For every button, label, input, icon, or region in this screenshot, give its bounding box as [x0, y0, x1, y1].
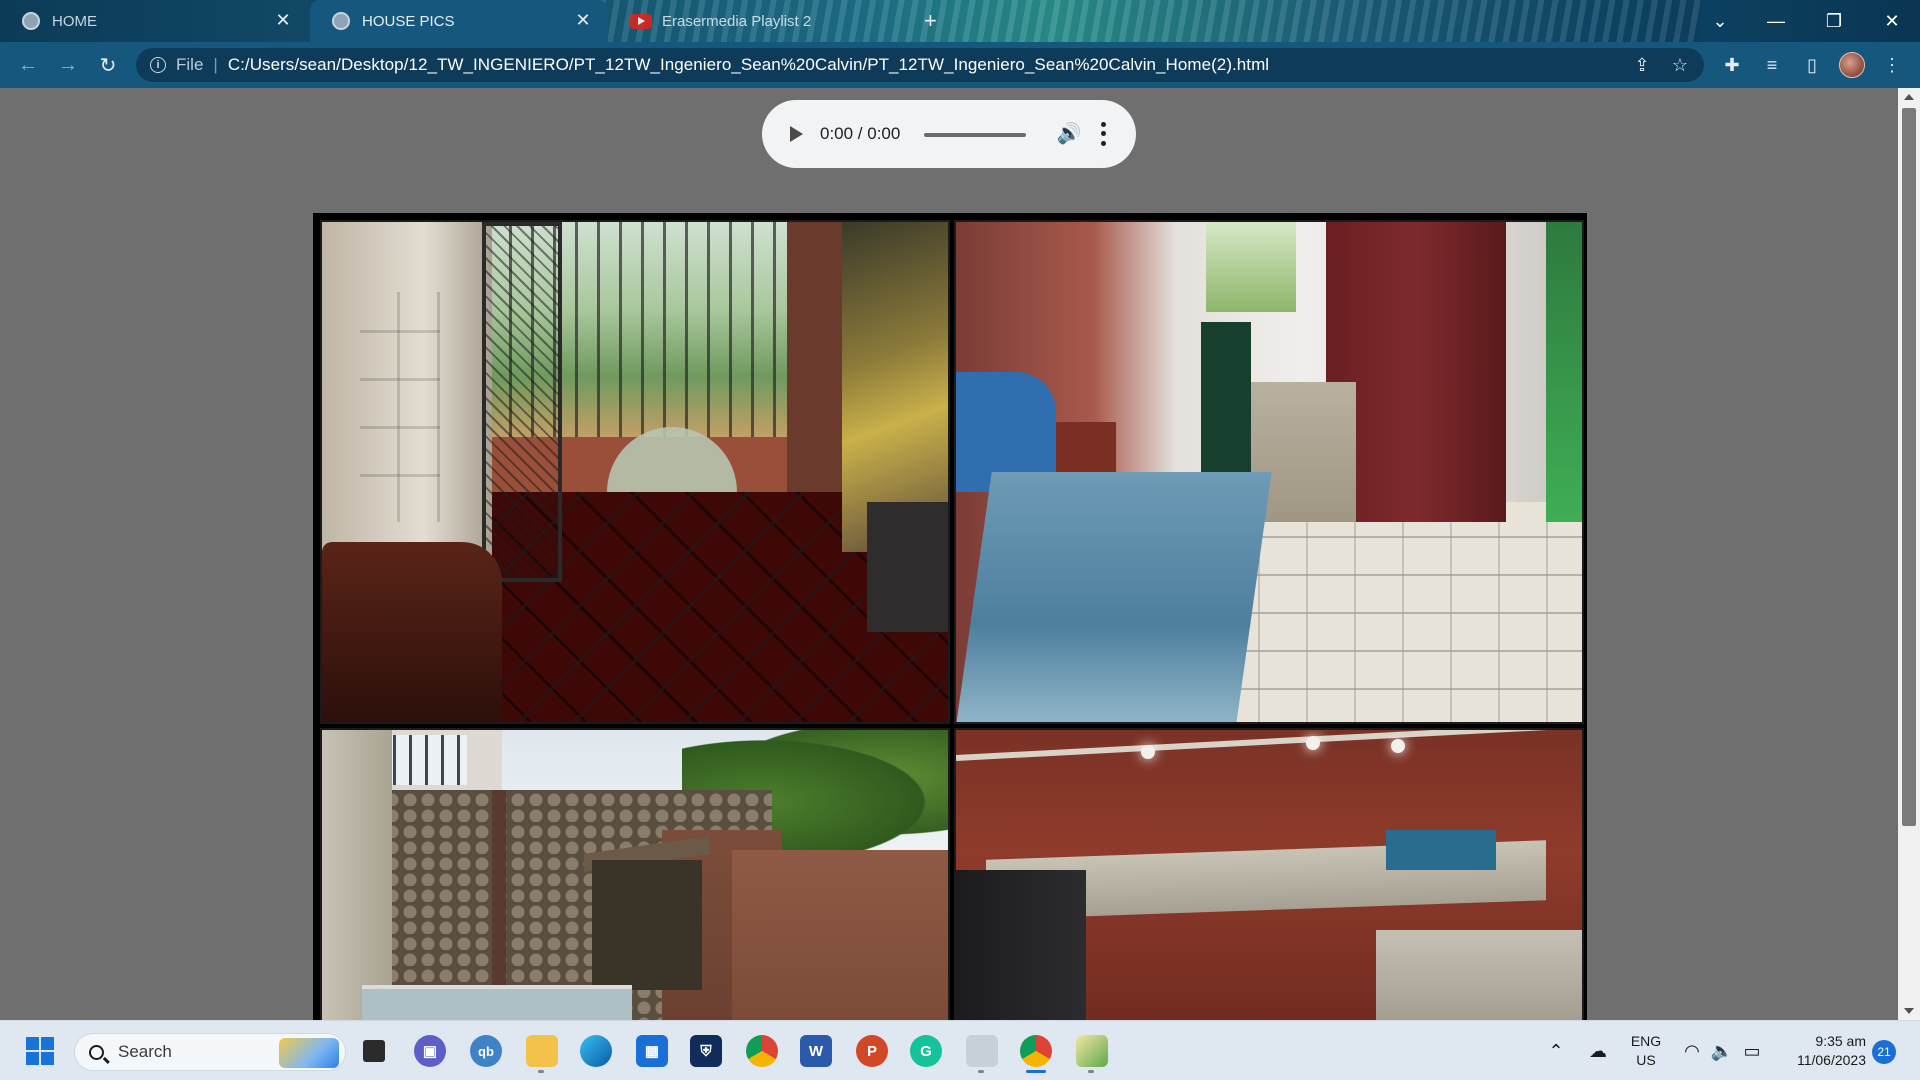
photo-app-icon[interactable] [1072, 1031, 1112, 1073]
grammarly-icon[interactable]: G [906, 1031, 946, 1071]
side-panel-icon[interactable]: ▯ [1794, 42, 1830, 88]
page-scrollbar[interactable] [1898, 88, 1920, 1020]
clock-time: 9:35 am [1815, 1033, 1866, 1049]
chrome-profile-icon[interactable] [1016, 1031, 1056, 1073]
url-text[interactable]: C:/Users/sean/Desktop/12_TW_INGENIERO/PT… [228, 55, 1269, 75]
windows-taskbar: Search ▣ qb ▦ ⛨ W P G ⌃ ☁ ENG US ◠ 🔈 ▭ 9… [0, 1020, 1920, 1080]
powerpoint-icon[interactable]: P [852, 1031, 892, 1071]
media-icon[interactable]: ≡ [1754, 42, 1790, 88]
scroll-up-icon[interactable] [1904, 94, 1914, 100]
store-icon[interactable]: ▦ [632, 1031, 672, 1071]
browser-toolbar: ← → ↻ i File | C:/Users/sean/Desktop/12_… [0, 42, 1920, 88]
taskbar-search[interactable]: Search [74, 1033, 346, 1071]
tab-house-pics[interactable]: HOUSE PICS ✕ [310, 0, 608, 42]
wifi-icon[interactable]: ◠ [1680, 1039, 1704, 1063]
photo-bedroom [954, 220, 1584, 724]
start-button[interactable] [20, 1031, 60, 1071]
photo-porch [320, 220, 950, 724]
tab-home[interactable]: HOME ✕ [0, 0, 308, 42]
back-icon[interactable]: ← [10, 42, 46, 88]
new-tab-button[interactable]: + [924, 8, 937, 34]
chrome-icon[interactable] [742, 1031, 782, 1071]
volume-icon[interactable]: 🔊 [1054, 118, 1084, 148]
more-options-icon[interactable] [1098, 120, 1108, 148]
close-icon[interactable]: ✕ [272, 10, 294, 31]
qbittorrent-icon[interactable]: qb [466, 1031, 506, 1071]
chevron-up-icon[interactable]: ⌃ [1544, 1039, 1568, 1063]
photo-kitchen [954, 728, 1584, 1020]
outlook-icon[interactable]: ⛨ [686, 1031, 726, 1071]
tab-youtube[interactable]: Erasermedia Playlist 2 [608, 0, 938, 42]
restore-button[interactable]: ❐ [1806, 0, 1862, 42]
speaker-icon[interactable]: 🔈 [1710, 1039, 1734, 1063]
close-icon[interactable]: ✕ [572, 10, 594, 31]
snipping-tool-icon[interactable] [962, 1031, 1002, 1073]
tab-strip: HOME ✕ HOUSE PICS ✕ Erasermedia Playlist… [0, 0, 1920, 42]
globe-icon [332, 12, 350, 30]
star-icon[interactable]: ☆ [1662, 48, 1698, 82]
page-content: 0:00 / 0:00 🔊 [0, 88, 1898, 1020]
forward-icon[interactable]: → [50, 42, 86, 88]
profile-avatar[interactable] [1834, 42, 1870, 88]
scroll-thumb[interactable] [1902, 108, 1916, 826]
close-window-button[interactable]: ✕ [1864, 0, 1920, 42]
windows-icon [26, 1037, 54, 1065]
audio-time: 0:00 / 0:00 [820, 124, 901, 143]
photo-gallery [313, 213, 1587, 1020]
play-icon[interactable] [790, 126, 803, 142]
clock[interactable]: 9:35 am 11/06/2023 [1776, 1032, 1866, 1070]
task-view-icon[interactable] [354, 1031, 394, 1071]
share-icon[interactable]: ⇪ [1624, 48, 1660, 82]
info-icon[interactable]: i [150, 57, 166, 73]
teams-icon[interactable]: ▣ [410, 1031, 450, 1071]
file-explorer-icon[interactable] [522, 1031, 562, 1073]
address-bar[interactable]: i File | C:/Users/sean/Desktop/12_TW_ING… [136, 48, 1704, 82]
tab-label: HOME [52, 12, 97, 30]
minimize-button[interactable]: — [1748, 0, 1804, 42]
globe-icon [22, 12, 40, 30]
language-indicator[interactable]: ENG US [1626, 1032, 1666, 1070]
notification-badge[interactable]: 21 [1872, 1040, 1896, 1064]
clock-date: 11/06/2023 [1796, 1052, 1866, 1068]
word-icon[interactable]: W [796, 1031, 836, 1071]
menu-icon[interactable]: ⋮ [1874, 42, 1910, 88]
scroll-down-icon[interactable] [1904, 1008, 1914, 1014]
search-label: Search [118, 1042, 172, 1061]
extensions-icon[interactable]: ✚ [1714, 42, 1750, 88]
battery-icon[interactable]: ▭ [1740, 1039, 1764, 1063]
tab-label: HOUSE PICS [362, 12, 455, 30]
tab-search-button[interactable]: ⌄ [1692, 0, 1748, 42]
search-highlight-icon [279, 1038, 339, 1068]
search-icon [89, 1044, 104, 1060]
language-label: ENG [1630, 1033, 1662, 1049]
audio-player: 0:00 / 0:00 🔊 [762, 100, 1136, 168]
audio-progress-slider[interactable] [924, 133, 1026, 137]
photo-courtyard [320, 728, 950, 1020]
scheme-label: File [176, 55, 204, 74]
region-label: US [1636, 1052, 1656, 1068]
onedrive-icon[interactable]: ☁ [1586, 1039, 1610, 1063]
youtube-icon [630, 13, 652, 29]
edge-icon[interactable] [576, 1031, 616, 1071]
separator: | [213, 55, 218, 74]
reload-icon[interactable]: ↻ [90, 42, 126, 88]
tab-label: Erasermedia Playlist 2 [662, 12, 812, 30]
